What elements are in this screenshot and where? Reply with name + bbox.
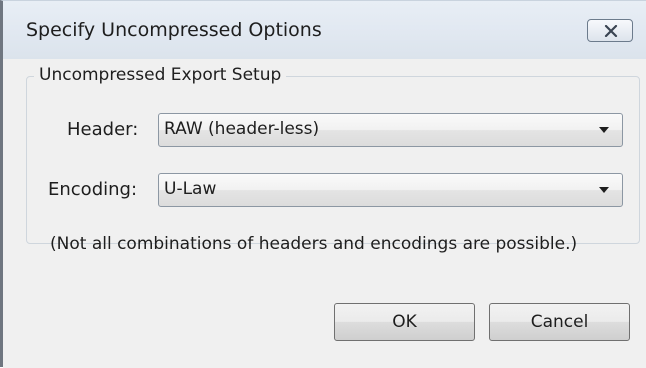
cancel-button[interactable]: Cancel <box>489 303 630 341</box>
chevron-down-icon <box>599 127 609 133</box>
close-x-icon <box>604 25 618 37</box>
dialog-body: Uncompressed Export Setup Header: RAW (h… <box>3 59 646 368</box>
title-bar[interactable]: Specify Uncompressed Options <box>3 1 646 59</box>
encoding-dropdown-value: U-Law <box>164 179 217 199</box>
encoding-label: Encoding: <box>48 179 138 200</box>
ok-button[interactable]: OK <box>334 303 475 341</box>
header-dropdown-value: RAW (header-less) <box>164 119 320 139</box>
encoding-dropdown[interactable]: U-Law <box>158 173 623 207</box>
header-dropdown[interactable]: RAW (header-less) <box>158 113 623 147</box>
chevron-down-icon <box>599 187 609 193</box>
window-title: Specify Uncompressed Options <box>26 19 322 41</box>
close-button[interactable] <box>587 19 633 42</box>
header-label: Header: <box>67 119 139 140</box>
compatibility-note: (Not all combinations of headers and enc… <box>50 234 578 254</box>
dialog-window: Specify Uncompressed Options Uncompresse… <box>0 0 646 368</box>
group-legend: Uncompressed Export Setup <box>34 65 287 85</box>
export-setup-groupbox <box>26 76 640 244</box>
